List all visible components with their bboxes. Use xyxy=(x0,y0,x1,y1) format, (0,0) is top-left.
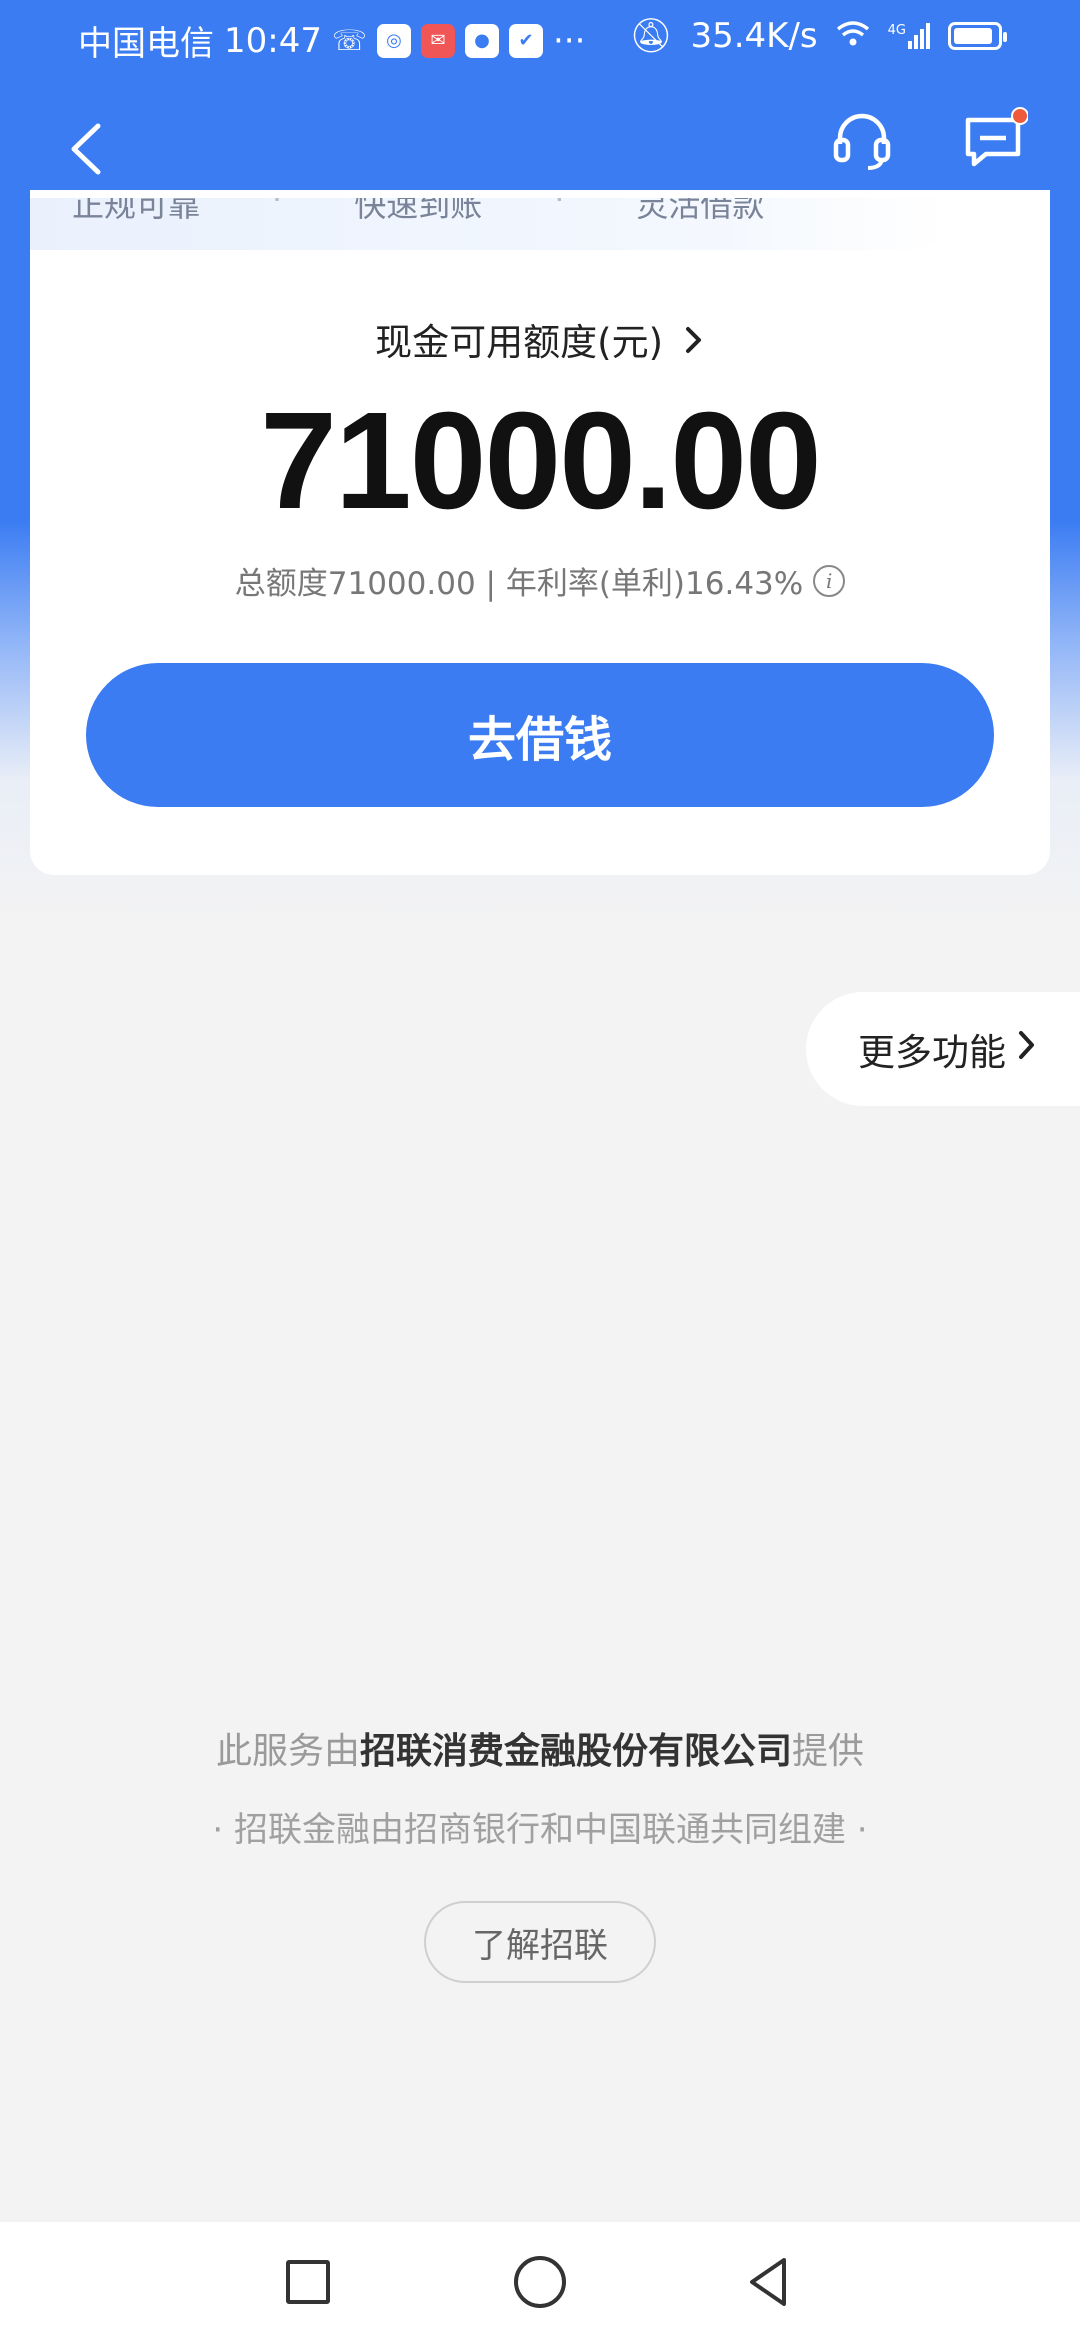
net-speed: 35.4K/s xyxy=(690,16,818,56)
tagline-row: 正规可靠 · 快速到账 · 灵活借款 xyxy=(72,198,764,226)
more-notifications: ··· xyxy=(553,20,586,61)
system-navigation-bar xyxy=(0,2222,1080,2340)
message-icon[interactable] xyxy=(962,106,1029,176)
provider-prefix: 此服务由 xyxy=(215,1731,360,1772)
tagline-separator: · xyxy=(272,198,283,218)
tagline-item: 正规可靠 xyxy=(72,198,201,224)
bank-app-icon: ◎ xyxy=(377,23,411,58)
status-left: 中国电信 10:47 ☏ ◎ ✉ ● ✔ ··· xyxy=(78,16,585,65)
joint-venture-note: · 招联金融由招商银行和中国联通共同组建 · xyxy=(212,1810,868,1850)
provider-suffix: 提供 xyxy=(792,1731,865,1772)
provider-statement: 此服务由招联消费金融股份有限公司提供 xyxy=(0,1722,1080,1774)
tagline-strip: 正规可靠 · 快速到账 · 灵活借款 xyxy=(30,198,950,250)
more-features-label: 更多功能 xyxy=(858,1031,1006,1074)
back-icon[interactable] xyxy=(60,114,120,184)
shield-app-icon: ✔ xyxy=(509,23,543,58)
borrow-button[interactable]: 去借钱 xyxy=(86,663,994,807)
missed-call-icon: ☏ xyxy=(331,24,367,57)
available-credit-label[interactable]: 现金可用额度(元) xyxy=(0,312,1080,366)
more-features-button[interactable]: 更多功能 xyxy=(806,992,1080,1106)
status-right: 🔕︎ 35.4K/s 4G xyxy=(629,16,1007,56)
headset-icon[interactable] xyxy=(830,106,894,176)
total-credit-rate: 总额度71000.00 | 年利率(单利)16.43% xyxy=(234,566,804,602)
back-triangle-icon[interactable] xyxy=(744,2254,794,2310)
learn-more-button[interactable]: 了解招联 xyxy=(424,1901,656,1983)
credit-details: 总额度71000.00 | 年利率(单利)16.43% i xyxy=(0,558,1080,603)
clock: 10:47 xyxy=(224,20,322,61)
signal-icon: 4G xyxy=(888,23,930,49)
info-icon[interactable]: i xyxy=(813,564,846,597)
network-type: 4G xyxy=(887,23,906,38)
app-notification-icon: ● xyxy=(465,23,499,58)
chevron-right-icon xyxy=(683,321,705,364)
provider-name: 招联消费金融股份有限公司 xyxy=(359,1731,792,1772)
mute-bell-icon: 🔕︎ xyxy=(629,16,673,56)
tagline-separator: · xyxy=(554,198,565,218)
carrier-label: 中国电信 xyxy=(78,24,214,64)
chevron-right-icon xyxy=(1016,1028,1038,1071)
tagline-item: 灵活借款 xyxy=(636,198,765,224)
status-bar: 中国电信 10:47 ☏ ◎ ✉ ● ✔ ··· 🔕︎ 35.4K/s 4G xyxy=(0,0,1080,76)
wifi-icon xyxy=(836,16,870,56)
recents-square-icon[interactable] xyxy=(286,2260,330,2304)
available-credit-amount: 71000.00 xyxy=(260,384,822,538)
home-circle-icon[interactable] xyxy=(514,2256,566,2308)
shopping-app-icon: ✉ xyxy=(421,23,455,58)
available-credit-text: 现金可用额度(元) xyxy=(375,321,664,364)
tagline-item: 快速到账 xyxy=(354,198,483,224)
battery-icon xyxy=(948,22,1007,50)
